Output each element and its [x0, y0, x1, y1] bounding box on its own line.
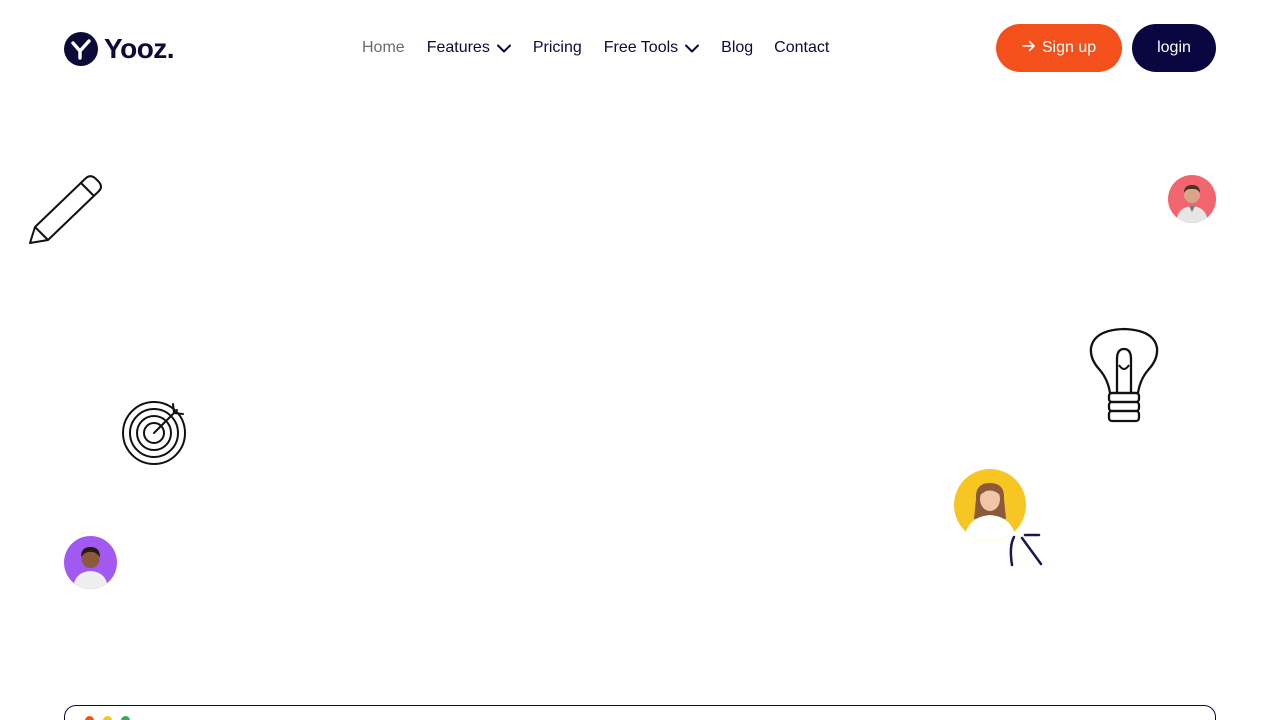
lightbulb-icon [1088, 327, 1160, 430]
nav-free-tools[interactable]: Free Tools [604, 39, 700, 57]
brand-logo[interactable]: Yooz. [64, 32, 175, 66]
avatar [1168, 175, 1216, 223]
nav-blog[interactable]: Blog [721, 39, 753, 57]
avatar [954, 469, 1026, 541]
site-header: Yooz. Home Features Pricing Free Tools B… [0, 0, 1280, 96]
nav-pricing[interactable]: Pricing [533, 39, 582, 57]
nav-contact[interactable]: Contact [774, 39, 829, 57]
nav-home[interactable]: Home [362, 39, 405, 57]
login-button[interactable]: login [1132, 24, 1216, 72]
chevron-down-icon [685, 44, 700, 53]
pencil-icon [28, 175, 104, 252]
sparkle-icon [1006, 532, 1046, 573]
window-maximize-dot [121, 716, 130, 720]
window-close-dot [85, 716, 94, 720]
avatar [64, 536, 117, 589]
brand-name: Yooz. [104, 33, 175, 64]
app-preview-frame [64, 705, 1216, 720]
signup-button[interactable]: Sign up [996, 24, 1122, 72]
window-minimize-dot [103, 716, 112, 720]
yooz-logo-icon [64, 32, 98, 66]
main-nav: Home Features Pricing Free Tools Blog Co… [362, 36, 829, 60]
nav-features[interactable]: Features [427, 39, 511, 57]
target-icon [121, 398, 189, 471]
chevron-down-icon [496, 44, 511, 53]
arrow-right-icon [1022, 39, 1036, 58]
